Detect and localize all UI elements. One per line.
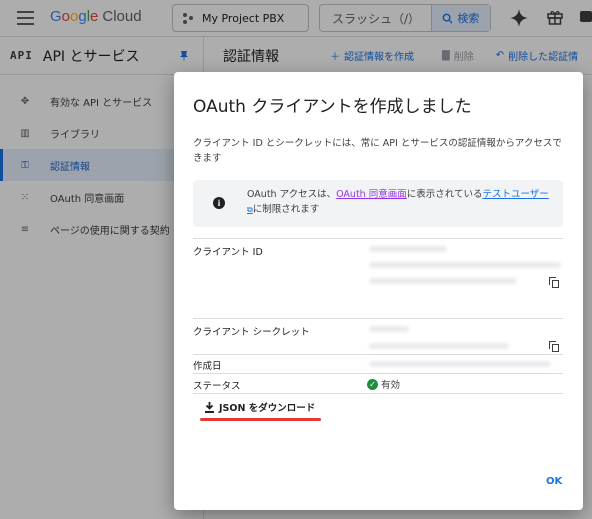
created-label: 作成日 [193, 361, 222, 372]
copy-client-id-icon[interactable] [548, 277, 560, 289]
client-id-value-line3 [369, 278, 517, 284]
client-secret-value-line2 [369, 343, 509, 349]
status-badge: ✓ 有効 [367, 377, 400, 391]
divider [193, 393, 563, 394]
annotation-underline [200, 418, 321, 421]
client-secret-value [369, 326, 409, 332]
created-value [369, 361, 551, 367]
oauth-consent-link[interactable]: OAuth 同意画面 [336, 189, 407, 200]
dialog-title: OAuth クライアントを作成しました [193, 97, 472, 117]
oauth-client-created-dialog: OAuth クライアントを作成しました クライアント ID とシークレットには、… [174, 72, 583, 510]
client-secret-row: クライアント シークレット [193, 318, 563, 356]
info-text: OAuth アクセスは、OAuth 同意画面に表示されているテストユーザー⧉に制… [247, 189, 549, 215]
created-row: 作成日 [193, 354, 563, 372]
check-circle-icon: ✓ [367, 378, 378, 390]
dialog-description: クライアント ID とシークレットには、常に API とサービスの認証情報からア… [193, 138, 562, 164]
status-label: ステータス [193, 381, 241, 392]
info-banner: i OAuth アクセスは、OAuth 同意画面に表示されているテストユーザー⧉… [193, 180, 563, 227]
copy-client-secret-icon[interactable] [548, 341, 560, 353]
client-id-row: クライアント ID [193, 238, 563, 292]
download-icon [205, 401, 214, 413]
client-id-label: クライアント ID [193, 247, 263, 258]
client-id-value [369, 246, 447, 252]
info-icon: i [213, 197, 225, 209]
client-id-value-line2 [369, 262, 561, 268]
ok-button[interactable]: OK [546, 476, 562, 487]
download-json-button[interactable]: JSON をダウンロード [204, 400, 315, 414]
client-secret-label: クライアント シークレット [193, 327, 310, 338]
status-row: ステータス ✓ 有効 [193, 373, 563, 393]
